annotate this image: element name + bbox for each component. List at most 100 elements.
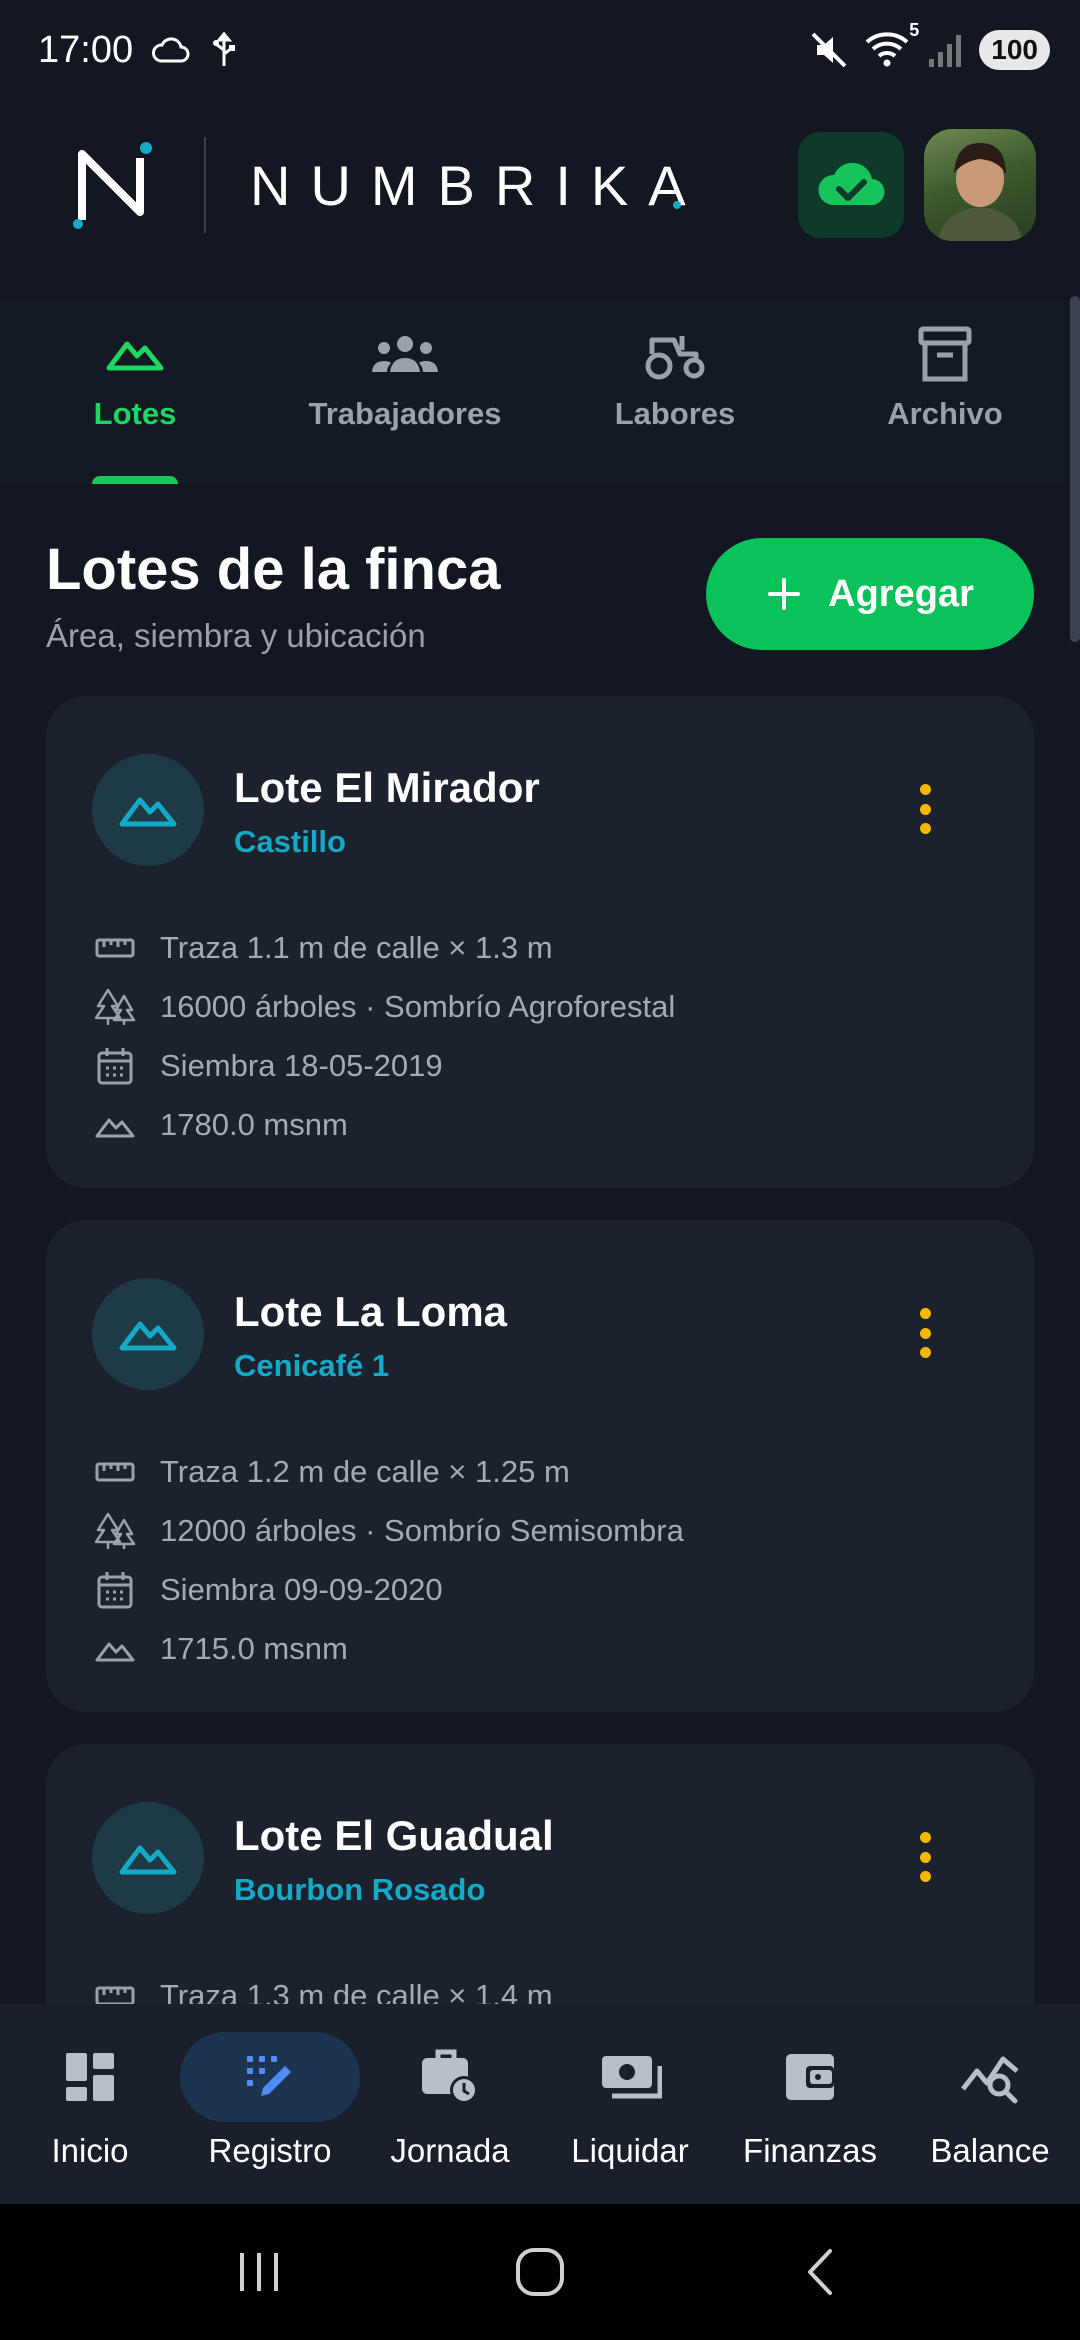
avatar[interactable] (924, 129, 1036, 241)
home-icon[interactable] (512, 2244, 568, 2300)
plus-icon (768, 578, 801, 610)
ruler-icon (95, 938, 135, 957)
nav-label: Liquidar (571, 2132, 689, 2169)
lot-variety: Cenicafé 1 (234, 1348, 390, 1383)
cloud-check-icon (818, 162, 885, 206)
mountain-icon (119, 1321, 177, 1351)
nav-liquidar[interactable]: Liquidar (540, 2004, 720, 2204)
add-lot-button[interactable]: Agregar (706, 538, 1034, 650)
lot-icon-badge (92, 1802, 204, 1914)
brand-name: NUMBRIKA (250, 153, 706, 217)
mountain-icon (119, 1845, 177, 1875)
signal-icon (929, 35, 962, 67)
nav-label: Jornada (390, 2132, 510, 2169)
edit-note-icon (247, 2056, 291, 2096)
nav-finanzas[interactable]: Finanzas (720, 2004, 900, 2204)
bottom-navigation: Inicio Registro Jornada Liquidar Finanza… (0, 2004, 1080, 2204)
mountain-icon (95, 1118, 135, 1137)
lot-card[interactable]: Lote La Loma Cenicafé 1 Traza 1.2 m de c… (46, 1220, 1034, 1712)
lot-variety: Bourbon Rosado (234, 1872, 486, 1907)
lot-variety: Castillo (234, 824, 346, 859)
lot-details: Traza 1.2 m de calle × 1.25 m 12000 árbo… (94, 1442, 684, 1678)
page-subtitle: Área, siembra y ubicación (46, 617, 426, 654)
mountain-icon (106, 341, 164, 371)
lot-spacing: Traza 1.2 m de calle × 1.25 m (160, 1453, 570, 1489)
top-tabs: Lotes Trabajadores Labores Archivo (0, 300, 1080, 484)
detail-trees: 12000 árboles · Sombrío Semisombra (94, 1501, 684, 1560)
nav-inicio[interactable]: Inicio (0, 2004, 180, 2204)
app-header: NUMBRIKA (0, 110, 1080, 260)
lot-name: Lote La Loma (234, 1288, 508, 1335)
battery-indicator: 100 (979, 30, 1050, 70)
weather-cloud-icon (152, 37, 190, 63)
system-navigation-bar (0, 2204, 1080, 2340)
brand-dot (672, 200, 681, 209)
detail-altitude: 1780.0 msnm (94, 1095, 675, 1154)
add-button-label: Agregar (828, 572, 974, 615)
scrollbar[interactable] (1070, 296, 1080, 642)
detail-sowing: Siembra 18-05-2019 (94, 1036, 675, 1095)
usb-icon (213, 31, 236, 66)
mountain-icon (95, 1642, 135, 1661)
tab-archivo[interactable]: Archivo (810, 300, 1080, 484)
forest-icon (94, 1512, 136, 1549)
recent-apps-icon[interactable] (234, 2247, 284, 2297)
lot-card[interactable]: Lote El Mirador Castillo Traza 1.1 m de … (46, 696, 1034, 1188)
status-bar: 17:00 5 100 (0, 0, 1080, 100)
lot-card[interactable]: Lote El Guadual Bourbon Rosado Traza 1.3… (46, 1744, 1034, 2013)
user-avatar-icon (938, 143, 1022, 241)
group-icon (372, 336, 438, 372)
nav-registro[interactable]: Registro (180, 2004, 360, 2204)
wifi-badge: 5 (909, 19, 920, 40)
lot-trees: 16000 árboles · Sombrío Agroforestal (160, 988, 676, 1024)
detail-sowing: Siembra 09-09-2020 (94, 1560, 684, 1619)
dashboard-icon (66, 2053, 114, 2101)
nav-label: Finanzas (743, 2132, 877, 2169)
lot-details: Traza 1.1 m de calle × 1.3 m 16000 árbol… (94, 918, 675, 1154)
more-options-icon[interactable] (920, 784, 932, 834)
forest-icon (94, 988, 136, 1025)
detail-altitude: 1715.0 msnm (94, 1619, 684, 1678)
status-time: 17:00 (38, 28, 134, 71)
calendar-icon (97, 1047, 133, 1084)
ruler-icon (95, 1462, 135, 1481)
tab-label: Trabajadores (308, 396, 502, 431)
nav-label: Balance (930, 2132, 1050, 2169)
tab-label: Lotes (93, 396, 177, 431)
section-header: Lotes de la finca Área, siembra y ubicac… (46, 530, 1034, 670)
nav-balance[interactable]: Balance (900, 2004, 1080, 2204)
page-title: Lotes de la finca (46, 537, 501, 602)
detail-spacing: Traza 1.2 m de calle × 1.25 m (94, 1442, 684, 1501)
lot-name: Lote El Guadual (234, 1812, 554, 1859)
lot-altitude: 1715.0 msnm (160, 1630, 348, 1666)
active-tab-indicator (92, 476, 178, 484)
detail-spacing: Traza 1.1 m de calle × 1.3 m (94, 918, 675, 977)
mountain-icon (119, 797, 177, 827)
calendar-icon (97, 1571, 133, 1608)
lot-altitude: 1780.0 msnm (160, 1106, 348, 1142)
lot-spacing: Traza 1.1 m de calle × 1.3 m (160, 929, 553, 965)
lot-icon-badge (92, 1278, 204, 1390)
payments-icon (602, 2056, 662, 2099)
tab-label: Labores (614, 396, 736, 431)
work-history-icon (422, 2049, 478, 2104)
more-options-icon[interactable] (920, 1308, 932, 1358)
tab-trabajadores[interactable]: Trabajadores (270, 300, 540, 484)
wifi-icon (865, 31, 909, 66)
nav-jornada[interactable]: Jornada (360, 2004, 540, 2204)
more-options-icon[interactable] (920, 1832, 932, 1882)
tab-labores[interactable]: Labores (540, 300, 810, 484)
logo-divider (204, 137, 206, 233)
wifi-status: 5 (863, 20, 919, 73)
nav-label: Inicio (51, 2132, 129, 2169)
lot-trees: 12000 árboles · Sombrío Semisombra (160, 1512, 684, 1548)
brand-accent-letter: A (648, 153, 706, 217)
mute-icon (811, 32, 847, 68)
tab-label: Archivo (887, 396, 1003, 431)
tractor-icon (645, 336, 705, 380)
archive-icon (918, 326, 972, 382)
back-icon[interactable] (796, 2247, 846, 2297)
lot-name: Lote El Mirador (234, 764, 540, 811)
sync-status-button[interactable] (798, 132, 904, 238)
tab-lotes[interactable]: Lotes (0, 300, 270, 484)
